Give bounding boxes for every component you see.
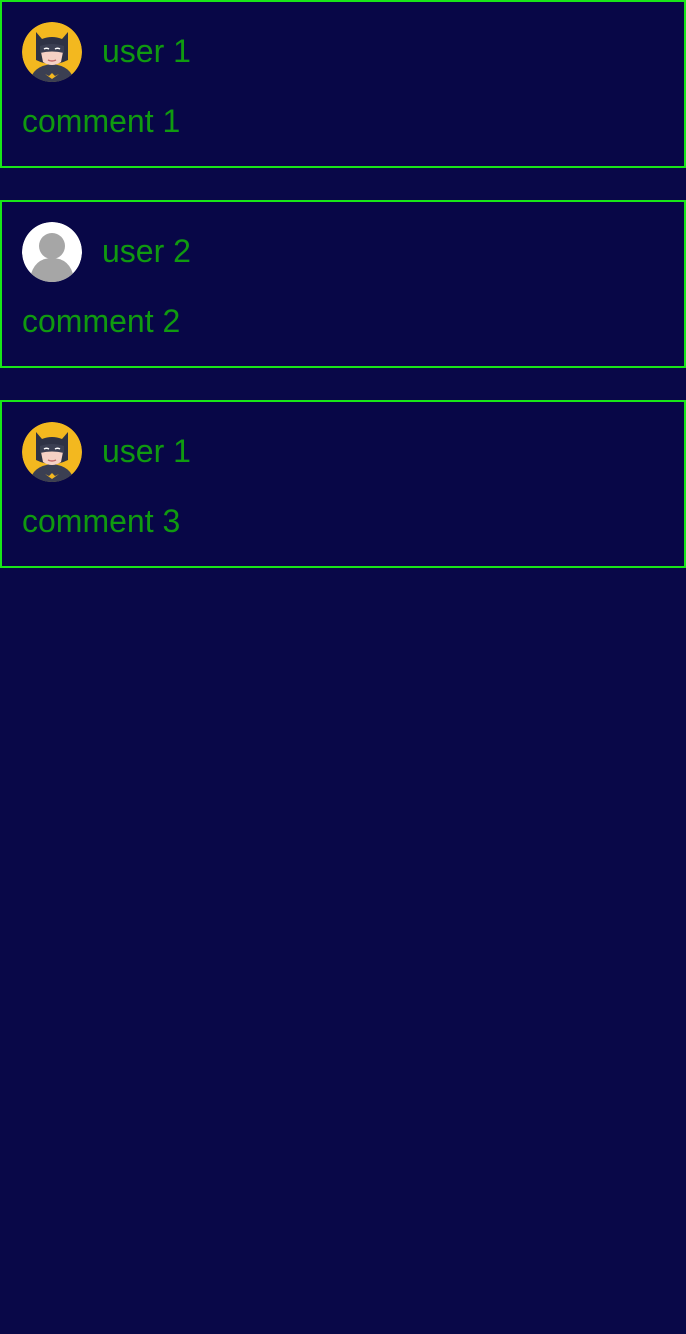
comment-username: user 2	[102, 233, 191, 269]
comment-card[interactable]: user 2 comment 2	[0, 200, 686, 368]
batman-avatar-icon	[22, 422, 82, 482]
comment-username: user 1	[102, 433, 191, 469]
comment-username: user 1	[102, 33, 191, 69]
comment-text: comment 3	[22, 503, 181, 539]
comment-card[interactable]: user 1 comment 3	[0, 400, 686, 568]
comment-text: comment 1	[22, 103, 181, 139]
comment-text: comment 2	[22, 303, 181, 339]
batman-avatar-icon	[22, 22, 82, 82]
default-user-avatar-icon	[22, 222, 82, 282]
comment-card[interactable]: user 1 comment 1	[0, 0, 686, 168]
